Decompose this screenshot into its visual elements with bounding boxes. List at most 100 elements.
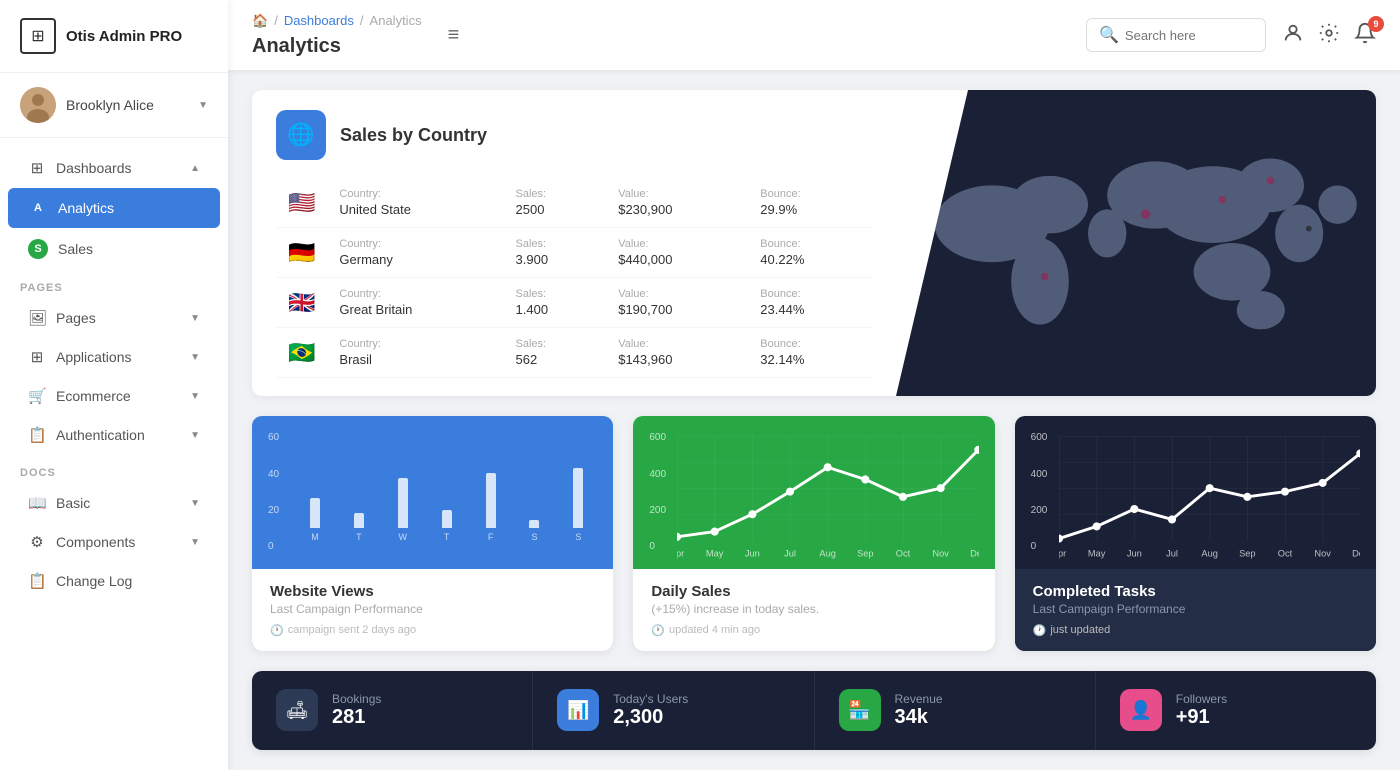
sidebar-item-analytics[interactable]: A Analytics	[8, 188, 220, 228]
x-axis-label: Oct	[896, 549, 911, 559]
sales-title: Sales by Country	[340, 125, 487, 146]
chart-card-website-views: 6040200 M T W	[252, 416, 613, 650]
chevron-down-icon3: ▼	[190, 391, 200, 402]
bar	[486, 473, 496, 528]
bar-col: W	[384, 478, 422, 542]
country-value: Brasil	[339, 352, 491, 367]
sidebar-item-changelog[interactable]: 📋 Change Log	[8, 562, 220, 600]
stat-item-today-users: 📊 Today's Users 2,300	[533, 671, 814, 750]
x-axis-label: Nov	[1314, 549, 1331, 559]
stat-value: 34k	[895, 706, 943, 729]
footer-text: updated 4 min ago	[669, 624, 760, 636]
x-axis-label: Aug	[820, 549, 837, 559]
user-icon[interactable]	[1282, 22, 1304, 49]
sales-card-left: 🌐 Sales by Country 🇺🇸 Country: United St…	[252, 90, 896, 396]
bar	[442, 510, 452, 528]
value-label: Value:	[618, 188, 736, 200]
line-chart-svg: AprMayJunJulAugSepOctNovDec	[1059, 436, 1360, 563]
data-point	[1168, 515, 1176, 523]
clock-icon: 🕐	[1033, 624, 1047, 637]
stats-row: 🛋 Bookings 281 📊 Today's Users 2,300 🏪 R…	[252, 671, 1376, 750]
bar-col: S	[559, 468, 597, 542]
y-label: 20	[268, 505, 279, 516]
sales-label: Sales:	[516, 338, 595, 350]
value-value: $143,960	[618, 352, 736, 367]
bar-col: S	[516, 520, 554, 542]
stat-label: Followers	[1176, 692, 1227, 706]
stat-text: Today's Users 2,300	[613, 692, 688, 729]
chart-name: Daily Sales	[651, 583, 976, 600]
data-point	[1130, 505, 1138, 513]
country-label: Country:	[339, 238, 491, 250]
bar	[398, 478, 408, 528]
stat-icon: 🏪	[848, 700, 870, 721]
value-value: $230,900	[618, 202, 736, 217]
bar-col: T	[428, 510, 466, 542]
clock-icon: 🕐	[651, 624, 665, 637]
chart-name: Website Views	[270, 583, 595, 600]
table-row: 🇩🇪 Country: Germany Sales: 3.900 Value: …	[276, 228, 872, 278]
country-value: United State	[339, 202, 491, 217]
breadcrumb: 🏠 / Dashboards / Analytics Analytics	[252, 13, 422, 58]
sidebar-item-basic[interactable]: 📖 Basic ▼	[8, 484, 220, 522]
x-axis-label: Aug	[1201, 549, 1218, 559]
bounce-label: Bounce:	[760, 288, 860, 300]
stat-value: +91	[1176, 706, 1227, 729]
avatar	[20, 87, 56, 123]
chart-info: Completed Tasks Last Campaign Performanc…	[1015, 569, 1376, 651]
bar-label: T	[356, 532, 362, 542]
footer-text: just updated	[1050, 624, 1110, 636]
bar-label: F	[488, 532, 494, 542]
hamburger-icon[interactable]: ≡	[448, 24, 460, 47]
stat-text: Followers +91	[1176, 692, 1227, 729]
sidebar-item-pages[interactable]: 🖼 Pages ▼	[8, 299, 220, 337]
sidebar-user[interactable]: Brooklyn Alice ▼	[0, 73, 228, 138]
notification-icon[interactable]: 9	[1354, 22, 1376, 49]
sidebar-item-authentication[interactable]: 📋 Authentication ▼	[8, 416, 220, 454]
bar	[310, 498, 320, 528]
breadcrumb-analytics: Analytics	[370, 13, 422, 28]
line-chart-wrap: AprMayJunJulAugSepOctNovDec	[1031, 432, 1360, 568]
y-label: 600	[1031, 432, 1048, 443]
sidebar-item-sales[interactable]: S Sales	[8, 229, 220, 269]
logo-text: Otis Admin PRO	[66, 28, 182, 45]
country-label: Country:	[339, 338, 491, 350]
y-label: 200	[649, 505, 666, 516]
breadcrumb-sep1: /	[274, 13, 278, 28]
data-point	[786, 488, 794, 496]
sidebar-item-ecommerce[interactable]: 🛒 Ecommerce ▼	[8, 377, 220, 415]
chart-name: Completed Tasks	[1033, 583, 1358, 600]
search-box[interactable]: 🔍	[1086, 18, 1266, 52]
chart-area: 6004002000 AprMayJunJul	[633, 416, 994, 568]
chevron-down-icon6: ▼	[190, 537, 200, 548]
breadcrumb-dashboards[interactable]: Dashboards	[284, 13, 354, 28]
search-input[interactable]	[1125, 28, 1245, 43]
sidebar-item-dashboards[interactable]: ⊞ Dashboards ▲	[8, 149, 220, 187]
country-flag: 🇧🇷	[288, 340, 315, 365]
settings-icon[interactable]	[1318, 22, 1340, 49]
bar-chart: M T W T F	[268, 432, 597, 542]
y-labels: 6040200	[268, 432, 279, 552]
x-axis-label: Sep	[1239, 549, 1256, 559]
data-point	[749, 510, 757, 518]
chart-subtitle: (+15%) increase in today sales.	[651, 602, 976, 616]
data-point	[1281, 488, 1289, 496]
y-labels: 6004002000	[649, 432, 666, 552]
page-title: Analytics	[252, 35, 341, 58]
analytics-letter: A	[28, 198, 48, 218]
sidebar-item-applications[interactable]: ⊞ Applications ▼	[8, 338, 220, 376]
table-row: 🇺🇸 Country: United State Sales: 2500 Val…	[276, 178, 872, 228]
search-icon: 🔍	[1099, 25, 1119, 45]
notification-badge: 9	[1368, 16, 1384, 32]
bar-label: S	[575, 532, 581, 542]
country-value: Great Britain	[339, 302, 491, 317]
data-point	[1092, 522, 1100, 530]
bounce-value: 29.9%	[760, 202, 860, 217]
sidebar-item-components[interactable]: ⚙ Components ▼	[8, 523, 220, 561]
x-axis-label: Jul	[1166, 549, 1178, 559]
sales-label: Sales:	[516, 238, 595, 250]
x-axis-label: Apr	[677, 549, 684, 559]
chart-info: Daily Sales (+15%) increase in today sal…	[633, 569, 994, 651]
logo-icon: ⊞	[20, 18, 56, 54]
table-row: 🇧🇷 Country: Brasil Sales: 562 Value: $14…	[276, 328, 872, 378]
